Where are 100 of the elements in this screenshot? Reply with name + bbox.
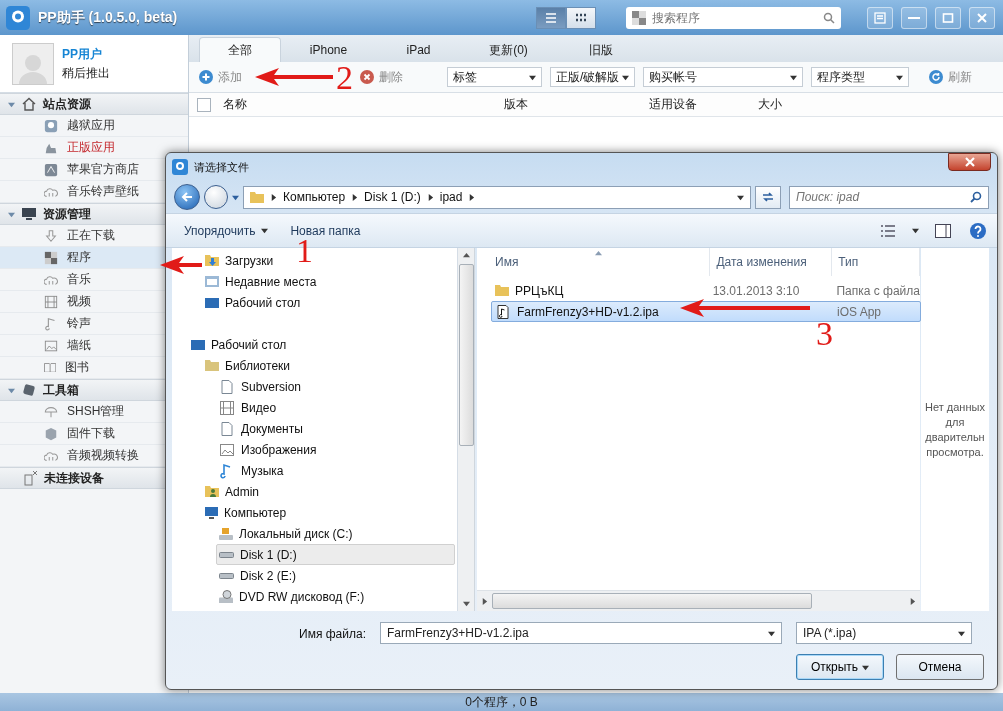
section-title: 工具箱 bbox=[43, 381, 79, 399]
sidebar-item[interactable]: 越狱应用 bbox=[0, 115, 188, 137]
collapse-caret-icon bbox=[8, 100, 15, 108]
column-header[interactable]: Имя bbox=[489, 248, 711, 276]
tree-item[interactable]: Музыка bbox=[216, 460, 289, 481]
split-caret-icon bbox=[862, 663, 870, 671]
filter-dropdown[interactable]: 购买帐号 bbox=[643, 67, 803, 87]
tree-item[interactable]: Disk 1 (D:) bbox=[216, 544, 455, 565]
dropdown-caret-icon bbox=[622, 73, 629, 81]
desktop-icon bbox=[191, 339, 205, 350]
scroll-thumb[interactable] bbox=[492, 593, 812, 609]
filter-dropdown[interactable]: 正版/破解版 bbox=[550, 67, 635, 87]
tree-item[interactable]: Subversion bbox=[216, 376, 307, 397]
refresh-button[interactable] bbox=[755, 185, 781, 209]
filename-field[interactable]: FarmFrenzy3+HD-v1.2.ipa bbox=[380, 622, 782, 644]
minimize-button[interactable] bbox=[901, 6, 927, 29]
search-field[interactable]: Поиск: ipad bbox=[789, 185, 989, 209]
preview-message: для bbox=[945, 414, 965, 430]
tree-item[interactable]: Рабочий стол bbox=[202, 292, 306, 313]
column-header[interactable]: Тип bbox=[832, 248, 920, 276]
umbrella-icon bbox=[44, 404, 58, 419]
tree-item[interactable]: Загрузки bbox=[202, 250, 279, 271]
download-folder-icon bbox=[205, 255, 219, 266]
status-text: 0个程序，0 B bbox=[465, 693, 538, 711]
tree-item[interactable]: Видео bbox=[216, 397, 282, 418]
tree-item[interactable]: Disk 2 (E:) bbox=[216, 565, 301, 586]
breadcrumb[interactable]: Disk 1 (D:) bbox=[364, 190, 421, 204]
preview-pane-button[interactable] bbox=[933, 221, 953, 240]
column-header[interactable]: Дата изменения bbox=[710, 248, 833, 276]
computer-icon bbox=[205, 506, 218, 519]
phone-icon bbox=[22, 470, 38, 486]
maximize-button[interactable] bbox=[935, 6, 961, 29]
grid-view-button[interactable] bbox=[566, 6, 596, 29]
back-arrow-icon bbox=[181, 192, 193, 202]
tree-item[interactable]: Admin bbox=[202, 481, 264, 502]
plus-icon bbox=[199, 70, 213, 84]
tree-item[interactable]: Документы bbox=[216, 418, 308, 439]
preview-message: просмотра. bbox=[926, 444, 984, 460]
scroll-up-icon bbox=[462, 252, 470, 259]
collapse-caret-icon bbox=[8, 386, 15, 394]
delete-button[interactable]: 删除 bbox=[356, 68, 407, 86]
tab[interactable]: 更新(0) bbox=[461, 37, 556, 62]
tree-item[interactable]: Недавние места bbox=[202, 271, 322, 292]
scrollbar[interactable] bbox=[477, 590, 920, 611]
open-button[interactable]: Открыть bbox=[796, 654, 884, 680]
tree-item[interactable]: Компьютер bbox=[202, 502, 292, 523]
drive-icon bbox=[219, 527, 233, 540]
view-options-button[interactable] bbox=[878, 222, 898, 239]
tab[interactable]: iPad bbox=[376, 37, 461, 62]
breadcrumb[interactable]: Компьютер bbox=[283, 190, 346, 204]
add-button[interactable]: 添加 bbox=[195, 68, 246, 86]
menu-button[interactable] bbox=[867, 6, 893, 29]
scroll-thumb[interactable] bbox=[458, 263, 474, 446]
search-field[interactable]: 搜索程序 bbox=[626, 6, 841, 29]
annotation-arrow bbox=[160, 255, 202, 275]
breadcrumb[interactable]: ipad bbox=[439, 190, 463, 204]
filename-label: Имя файла: bbox=[299, 627, 366, 641]
search-input[interactable]: Поиск: ipad bbox=[796, 190, 970, 204]
cube-icon bbox=[44, 426, 58, 441]
filetype-dropdown[interactable]: IPA (*.ipa) bbox=[796, 622, 972, 644]
back-button[interactable] bbox=[174, 184, 200, 210]
column-header: 名称 bbox=[223, 96, 248, 113]
details-view-icon bbox=[880, 224, 896, 237]
chevron-icon bbox=[468, 193, 476, 201]
sort-caret-icon bbox=[595, 250, 602, 257]
tab[interactable]: 全部 bbox=[199, 37, 281, 62]
file-row[interactable]: FarmFrenzy3+HD-v1.2.ipa iOS App bbox=[491, 301, 921, 322]
section-title: 未连接设备 bbox=[44, 469, 104, 487]
filter-dropdown[interactable]: 标签 bbox=[447, 67, 542, 87]
picture-icon bbox=[219, 441, 235, 458]
dvd-drive-icon bbox=[219, 589, 233, 604]
user-name: PP用户 bbox=[62, 45, 103, 63]
preview-message: дварительн bbox=[925, 429, 985, 445]
pane-icon bbox=[935, 223, 951, 238]
tree-item[interactable]: DVD RW дисковод (F:) bbox=[216, 586, 370, 607]
delete-icon bbox=[360, 70, 374, 84]
film-icon bbox=[44, 294, 58, 309]
close-icon bbox=[976, 11, 988, 24]
refresh-button[interactable]: 刷新 bbox=[925, 68, 976, 86]
section-header[interactable]: 站点资源 bbox=[0, 93, 188, 115]
tree-item[interactable]: Локальный диск (C:) bbox=[216, 523, 358, 544]
tab[interactable]: iPhone bbox=[281, 37, 376, 62]
file-type: iOS App bbox=[837, 304, 882, 319]
close-icon bbox=[964, 157, 975, 167]
file-row[interactable]: РРЦъКЦ 13.01.2013 3:10 Папка с файла bbox=[491, 280, 921, 301]
desktop-icon bbox=[205, 297, 219, 308]
grid-icon bbox=[44, 250, 58, 265]
close-button[interactable] bbox=[948, 153, 991, 171]
tree-item[interactable]: Библиотеки bbox=[202, 355, 295, 376]
select-all-checkbox[interactable] bbox=[197, 97, 211, 112]
tree-item[interactable]: Рабочий стол bbox=[188, 334, 292, 355]
filter-dropdown[interactable]: 程序类型 bbox=[811, 67, 909, 87]
search-input[interactable]: 搜索程序 bbox=[652, 10, 817, 25]
audio-file-icon bbox=[495, 303, 511, 320]
forward-button[interactable] bbox=[204, 185, 228, 209]
scrollbar[interactable] bbox=[458, 248, 475, 611]
tree-item[interactable]: Изображения bbox=[216, 439, 322, 460]
address-bar[interactable]: Компьютер Disk 1 (D:) ipad bbox=[243, 185, 751, 209]
cancel-button[interactable]: Отмена bbox=[896, 654, 984, 680]
tab[interactable]: 旧版 bbox=[556, 37, 646, 62]
